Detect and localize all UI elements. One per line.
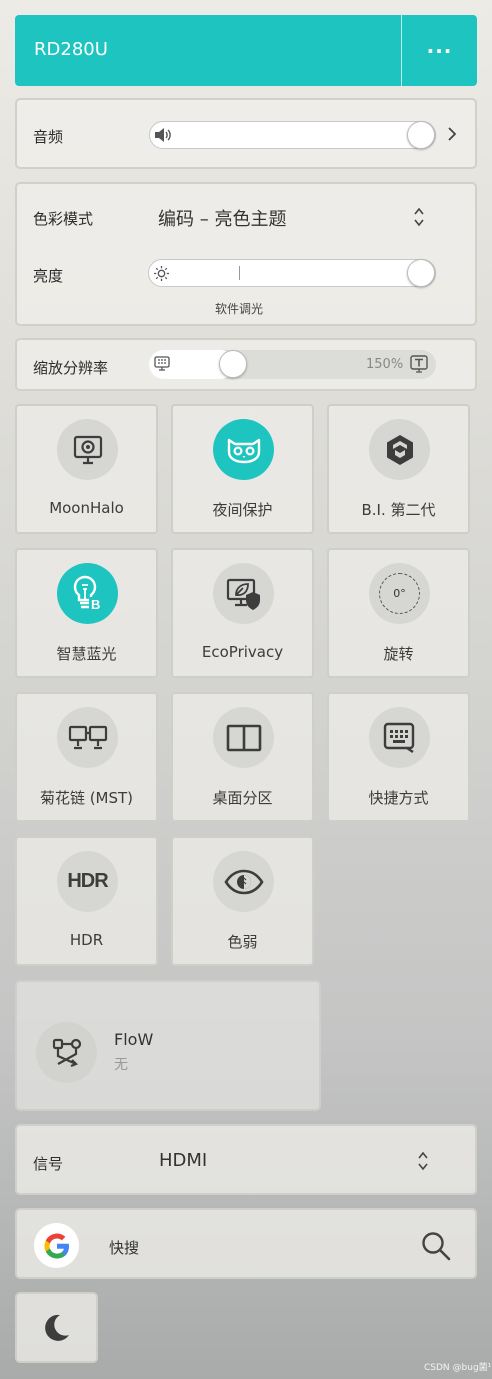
tile-label: EcoPrivacy — [201, 643, 284, 661]
signal-label: 信号 — [33, 1155, 64, 1173]
shortcut-icon — [369, 707, 430, 768]
updown-chevron-icon[interactable] — [413, 206, 425, 228]
hdr-badge: HDR — [67, 870, 108, 892]
tile-label: 桌面分区 — [212, 789, 273, 807]
tile-bi-gen2[interactable]: B.I. 第二代 — [327, 404, 470, 534]
bulb-icon: B — [57, 563, 118, 624]
volume-slider[interactable] — [149, 121, 436, 149]
color-mode-label: 色彩模式 — [33, 210, 94, 228]
owl-icon — [213, 419, 274, 480]
dark-mode-button[interactable] — [15, 1292, 98, 1363]
speaker-icon — [154, 128, 172, 142]
tile-hdr[interactable]: HDR HDR — [15, 836, 158, 966]
flow-card[interactable]: FloW 无 — [15, 980, 321, 1111]
tile-label: B.I. 第二代 — [361, 501, 436, 519]
tile-ecoprivacy[interactable]: EcoPrivacy — [171, 548, 314, 678]
search-card[interactable]: 快搜 — [15, 1208, 477, 1279]
tile-night-protection[interactable]: 夜间保护 — [171, 404, 314, 534]
chevron-right-icon[interactable] — [447, 126, 457, 142]
title-bar: RD280U ··· — [15, 15, 477, 86]
scale-knob[interactable] — [219, 350, 247, 378]
search-icon[interactable] — [420, 1230, 452, 1262]
tile-label: 菊花链 (MST) — [39, 789, 134, 807]
tile-rotate[interactable]: 0° 旋转 — [327, 548, 470, 678]
text-size-icon — [410, 355, 428, 373]
tile-shortcuts[interactable]: 快捷方式 — [327, 692, 470, 822]
tile-daisy-chain[interactable]: 菊花链 (MST) — [15, 692, 158, 822]
sun-icon — [153, 265, 170, 282]
more-button[interactable]: ··· — [402, 15, 477, 86]
flow-icon — [36, 1022, 97, 1083]
signal-select[interactable]: HDMI — [159, 1150, 207, 1171]
watermark: CSDN @bug菌¹ — [424, 1363, 492, 1373]
brightness-knob[interactable] — [407, 259, 435, 287]
audio-label: 音频 — [33, 128, 64, 146]
scale-slider[interactable]: 150% — [149, 350, 436, 379]
eye-icon — [213, 851, 274, 912]
google-icon[interactable] — [34, 1223, 79, 1268]
tile-desktop-partition[interactable]: 桌面分区 — [171, 692, 314, 822]
tile-label: 快捷方式 — [368, 789, 429, 807]
tile-moonhalo[interactable]: MoonHalo — [15, 404, 158, 534]
tile-label: MoonHalo — [49, 499, 124, 517]
hdr-icon: HDR — [57, 851, 118, 912]
moon-icon — [41, 1313, 71, 1343]
flow-title: FloW — [114, 1030, 154, 1049]
tile-smart-blue-light[interactable]: B 智慧蓝光 — [15, 548, 158, 678]
tile-label: 夜间保护 — [212, 501, 273, 519]
volume-knob[interactable] — [407, 121, 435, 149]
updown-chevron-icon[interactable] — [417, 1150, 429, 1172]
tile-label: 色弱 — [227, 933, 258, 951]
brightness-slider[interactable] — [148, 259, 436, 287]
daisy-chain-icon — [57, 707, 118, 768]
rotate-dashed-ring: 0° — [379, 573, 420, 614]
flow-value: 无 — [114, 1057, 128, 1073]
scale-label: 缩放分辨率 — [33, 359, 109, 377]
signal-card: 信号 HDMI — [15, 1124, 477, 1195]
search-label: 快搜 — [109, 1239, 140, 1257]
brightness-label: 亮度 — [33, 267, 64, 285]
rotate-icon: 0° — [369, 563, 430, 624]
bi-icon — [369, 419, 430, 480]
moonhalo-icon — [57, 419, 118, 480]
eco-icon — [213, 563, 274, 624]
tile-color-weak[interactable]: 色弱 — [171, 836, 314, 966]
scale-value: 150% — [366, 357, 404, 372]
audio-card: 音频 — [15, 98, 477, 169]
small-monitor-icon — [154, 356, 170, 371]
color-card: 色彩模式 编码 – 亮色主题 亮度 软件调光 — [15, 182, 477, 326]
scale-card: 缩放分辨率 150% — [15, 338, 477, 391]
tile-label: HDR — [69, 931, 104, 949]
tile-label: 智慧蓝光 — [56, 645, 117, 663]
brightness-note: 软件调光 — [215, 302, 264, 316]
tile-label: 旋转 — [383, 645, 414, 663]
brightness-tick — [239, 266, 240, 280]
device-title: RD280U — [34, 39, 108, 60]
color-mode-select[interactable]: 编码 – 亮色主题 — [158, 205, 286, 231]
svg-text:B: B — [91, 597, 100, 612]
rotate-degree: 0° — [393, 587, 406, 600]
partition-icon — [213, 707, 274, 768]
